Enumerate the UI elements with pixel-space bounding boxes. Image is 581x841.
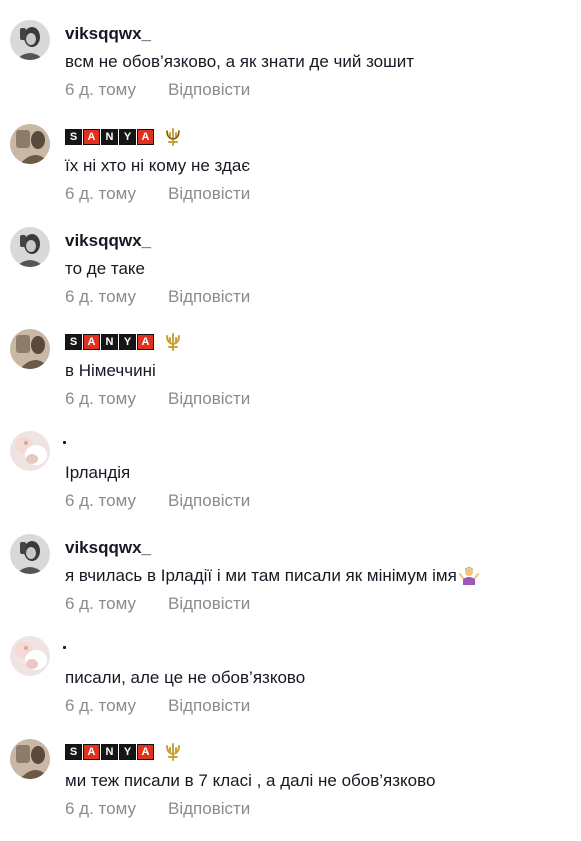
comment-item: viksqqwx_ всм не обов’язково, а як знати… [0,20,581,122]
user-avatar[interactable] [10,227,50,267]
comment-username[interactable]: viksqqwx_ [65,23,151,45]
trident-icon [166,128,180,146]
comment-meta: 6 д. тому Відповісти [65,798,250,820]
username-letter-tile: S [65,129,82,145]
comment-list: viksqqwx_ всм не обов’язково, а як знати… [0,0,581,822]
sanya-username[interactable]: S A N Y A [65,743,183,761]
user-avatar[interactable] [10,739,50,779]
comment-meta: 6 д. тому Відповісти [65,695,250,717]
reply-button[interactable]: Відповісти [168,490,250,512]
reply-button[interactable]: Відповісти [168,286,250,308]
username-letter-tile: S [65,334,82,350]
comment-time: 6 д. тому [65,184,136,203]
username-letter-tile: A [137,129,154,145]
comment-text: ми теж писали в 7 класі , а далі не обов… [65,771,436,790]
username-letter-tile: Y [119,744,136,760]
user-avatar[interactable] [10,534,50,574]
comment-item: S A N Y A в Німеччині 6 д. тому Відповіс… [0,329,581,431]
username-letter-tile: N [101,744,118,760]
reply-button[interactable]: Відповісти [168,388,250,410]
comment-item: S A N Y A ми теж писали в 7 класі , а да… [0,739,581,841]
reply-button[interactable]: Відповісти [168,695,250,717]
comment-time: 6 д. тому [65,389,136,408]
username-letter-tile: A [83,744,100,760]
comment-username[interactable]: viksqqwx_ [65,230,151,252]
trident-icon [166,743,180,761]
comment-text: в Німеччині [65,361,156,380]
user-avatar[interactable] [10,636,50,676]
username-letter-tile: A [137,334,154,350]
user-avatar[interactable] [10,124,50,164]
comment-username[interactable] [63,646,66,649]
comment-text-content: я вчилась в Ірладії і ми там писали як м… [65,566,457,585]
username-letter-tile: Y [119,334,136,350]
username-letter-tile: S [65,744,82,760]
username-letter-tile: A [83,334,100,350]
user-avatar[interactable] [10,431,50,471]
comment-text: то де таке [65,259,146,278]
comment-meta: 6 д. тому Відповісти [65,79,250,101]
comment-text: всм не обов’язково, а як знати де чий зо… [65,52,415,71]
reply-button[interactable]: Відповісти [168,183,250,205]
comment-time: 6 д. тому [65,696,136,715]
comment-meta: 6 д. тому Відповісти [65,183,250,205]
user-avatar[interactable] [10,329,50,369]
comment-text: писали, але це не обов’язково [65,668,306,687]
sanya-username[interactable]: S A N Y A [65,128,183,146]
reply-button[interactable]: Відповісти [168,798,250,820]
comment-item: S A N Y A їх ні хто ні кому не здає 6 д.… [0,124,581,226]
person-shrugging-icon [458,567,479,585]
username-letter-tile: Y [119,129,136,145]
comment-item: viksqqwx_ я вчилась в Ірладії і ми там п… [0,534,581,636]
username-letter-tile: N [101,129,118,145]
comment-time: 6 д. тому [65,799,136,818]
reply-button[interactable]: Відповісти [168,79,250,101]
comment-username[interactable] [63,441,66,444]
comment-item: Ірландія 6 д. тому Відповісти [0,431,581,533]
username-letter-tile: N [101,334,118,350]
comment-meta: 6 д. тому Відповісти [65,490,250,512]
comment-time: 6 д. тому [65,287,136,306]
comment-text: Ірландія [65,463,131,482]
comment-time: 6 д. тому [65,80,136,99]
comment-text: їх ні хто ні кому не здає [65,156,251,175]
comment-meta: 6 д. тому Відповісти [65,593,250,615]
sanya-username[interactable]: S A N Y A [65,333,183,351]
username-letter-tile: A [137,744,154,760]
comment-text: я вчилась в Ірладії і ми там писали як м… [65,565,479,587]
comment-time: 6 д. тому [65,594,136,613]
trident-icon [166,333,180,351]
comment-time: 6 д. тому [65,491,136,510]
comment-username[interactable]: viksqqwx_ [65,537,151,559]
reply-button[interactable]: Відповісти [168,593,250,615]
comment-item: viksqqwx_ то де таке 6 д. тому Відповіст… [0,227,581,329]
comment-item: писали, але це не обов’язково 6 д. тому … [0,636,581,738]
user-avatar[interactable] [10,20,50,60]
username-letter-tile: A [83,129,100,145]
comment-meta: 6 д. тому Відповісти [65,388,250,410]
comment-meta: 6 д. тому Відповісти [65,286,250,308]
